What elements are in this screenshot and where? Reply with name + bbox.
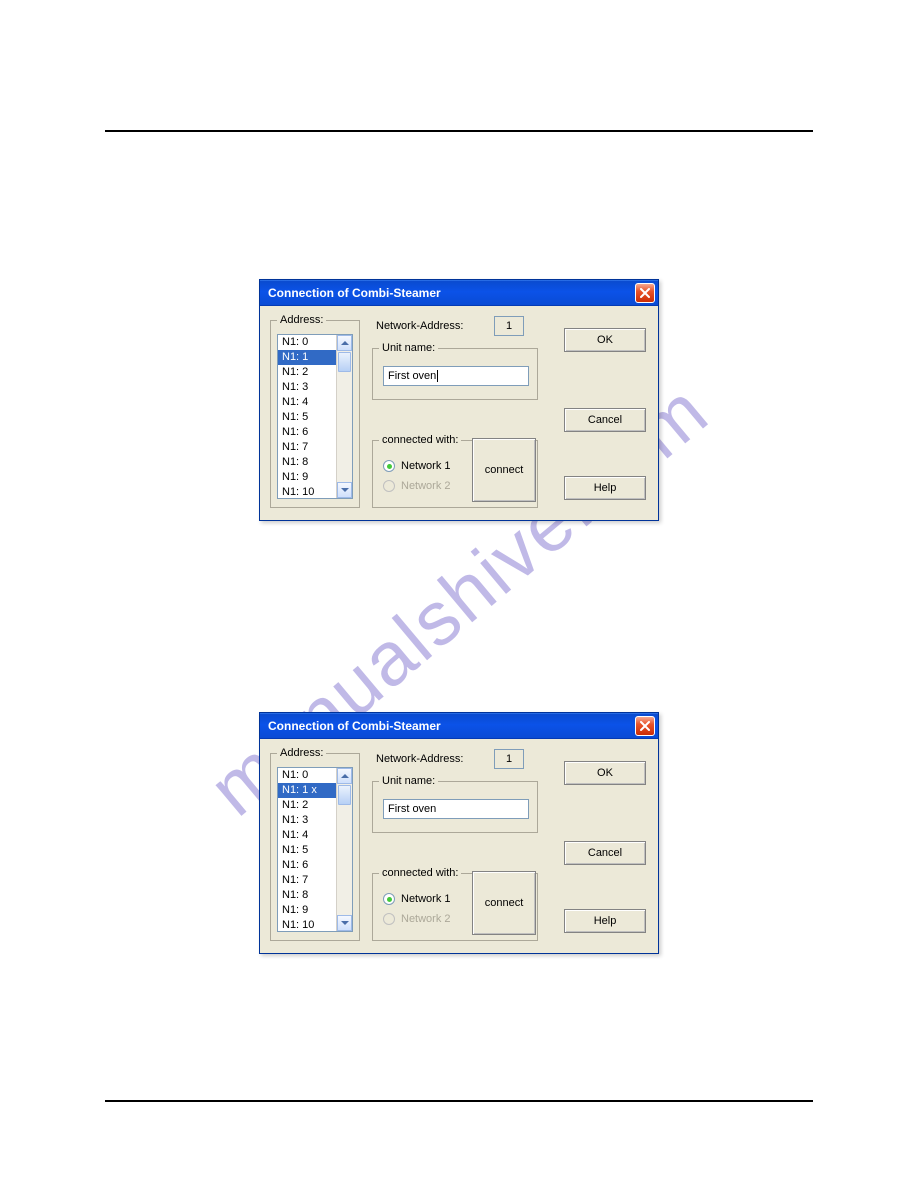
network-address-value: 1: [494, 316, 524, 336]
page-bottom-rule: [105, 1100, 813, 1102]
list-item[interactable]: N1: 9: [278, 903, 336, 918]
address-listbox[interactable]: N1: 0 N1: 1 x N1: 2 N1: 3 N1: 4 N1: 5 N1…: [277, 767, 353, 932]
scroll-track[interactable]: [337, 806, 352, 915]
radio-icon: [383, 480, 395, 492]
address-legend: Address:: [277, 314, 326, 326]
titlebar[interactable]: Connection of Combi-Steamer: [260, 713, 658, 739]
title-text: Connection of Combi-Steamer: [268, 286, 441, 300]
list-item[interactable]: N1: 5: [278, 843, 336, 858]
titlebar[interactable]: Connection of Combi-Steamer: [260, 280, 658, 306]
unit-name-legend: Unit name:: [379, 342, 438, 354]
title-text: Connection of Combi-Steamer: [268, 719, 441, 733]
list-item[interactable]: N1: 6: [278, 858, 336, 873]
scroll-thumb[interactable]: [338, 785, 351, 805]
ok-button[interactable]: OK: [564, 328, 646, 352]
list-item[interactable]: N1: 2: [278, 798, 336, 813]
cancel-button[interactable]: Cancel: [564, 408, 646, 432]
unit-name-input[interactable]: First oven: [383, 366, 529, 386]
connected-with-legend: connected with:: [379, 867, 461, 879]
radio-label: Network 1: [401, 893, 451, 905]
unit-name-fieldset: Unit name: First oven: [372, 342, 538, 400]
radio-label: Network 1: [401, 460, 451, 472]
radio-label: Network 2: [401, 480, 451, 492]
list-item[interactable]: N1: 0: [278, 335, 336, 350]
page-top-rule: [105, 130, 813, 132]
list-item[interactable]: N1: 8: [278, 455, 336, 470]
network-address-value: 1: [494, 749, 524, 769]
radio-icon: [383, 913, 395, 925]
address-fieldset: Address: N1: 0 N1: 1 N1: 2 N1: 3 N1: 4 N…: [270, 314, 360, 508]
list-item[interactable]: N1: 4: [278, 395, 336, 410]
scroll-thumb[interactable]: [338, 352, 351, 372]
address-list-inner: N1: 0 N1: 1 N1: 2 N1: 3 N1: 4 N1: 5 N1: …: [278, 335, 336, 498]
cancel-button[interactable]: Cancel: [564, 841, 646, 865]
list-item[interactable]: N1: 5: [278, 410, 336, 425]
radio-network-1[interactable]: Network 1: [383, 889, 451, 909]
close-icon[interactable]: [635, 716, 655, 736]
list-item[interactable]: N1: 1: [278, 350, 336, 365]
radio-icon: [383, 460, 395, 472]
network-address-label: Network-Address:: [376, 320, 463, 332]
scroll-up-icon[interactable]: [337, 768, 352, 784]
list-item[interactable]: N1: 3: [278, 813, 336, 828]
radio-network-1[interactable]: Network 1: [383, 456, 451, 476]
list-item[interactable]: N1: 4: [278, 828, 336, 843]
list-item[interactable]: N1: 3: [278, 380, 336, 395]
address-listbox[interactable]: N1: 0 N1: 1 N1: 2 N1: 3 N1: 4 N1: 5 N1: …: [277, 334, 353, 499]
connected-with-legend: connected with:: [379, 434, 461, 446]
radio-network-2: Network 2: [383, 476, 451, 496]
list-item[interactable]: N1: 2: [278, 365, 336, 380]
list-item[interactable]: N1: 10: [278, 918, 336, 931]
dialog-connection-2: Connection of Combi-Steamer Address: N1:…: [259, 712, 659, 954]
address-fieldset: Address: N1: 0 N1: 1 x N1: 2 N1: 3 N1: 4…: [270, 747, 360, 941]
unit-name-input[interactable]: First oven: [383, 799, 529, 819]
list-item[interactable]: N1: 7: [278, 873, 336, 888]
scroll-up-icon[interactable]: [337, 335, 352, 351]
dialog-connection-1: Connection of Combi-Steamer Address: N1:…: [259, 279, 659, 521]
connect-button[interactable]: connect: [472, 871, 536, 935]
list-item[interactable]: N1: 6: [278, 425, 336, 440]
help-button[interactable]: Help: [564, 909, 646, 933]
text-caret: [437, 370, 438, 382]
address-legend: Address:: [277, 747, 326, 759]
list-item[interactable]: N1: 9: [278, 470, 336, 485]
scroll-track[interactable]: [337, 373, 352, 482]
unit-name-value: First oven: [388, 803, 436, 815]
list-item[interactable]: N1: 10: [278, 485, 336, 498]
scroll-down-icon[interactable]: [337, 482, 352, 498]
radio-label: Network 2: [401, 913, 451, 925]
unit-name-fieldset: Unit name: First oven: [372, 775, 538, 833]
scrollbar[interactable]: [336, 768, 352, 931]
list-item[interactable]: N1: 0: [278, 768, 336, 783]
scroll-down-icon[interactable]: [337, 915, 352, 931]
list-item[interactable]: N1: 7: [278, 440, 336, 455]
address-list-inner: N1: 0 N1: 1 x N1: 2 N1: 3 N1: 4 N1: 5 N1…: [278, 768, 336, 931]
scrollbar[interactable]: [336, 335, 352, 498]
connect-button[interactable]: connect: [472, 438, 536, 502]
list-item[interactable]: N1: 8: [278, 888, 336, 903]
list-item[interactable]: N1: 1 x: [278, 783, 336, 798]
help-button[interactable]: Help: [564, 476, 646, 500]
close-icon[interactable]: [635, 283, 655, 303]
unit-name-value: First oven: [388, 370, 436, 382]
network-address-label: Network-Address:: [376, 753, 463, 765]
ok-button[interactable]: OK: [564, 761, 646, 785]
unit-name-legend: Unit name:: [379, 775, 438, 787]
radio-icon: [383, 893, 395, 905]
radio-network-2: Network 2: [383, 909, 451, 929]
